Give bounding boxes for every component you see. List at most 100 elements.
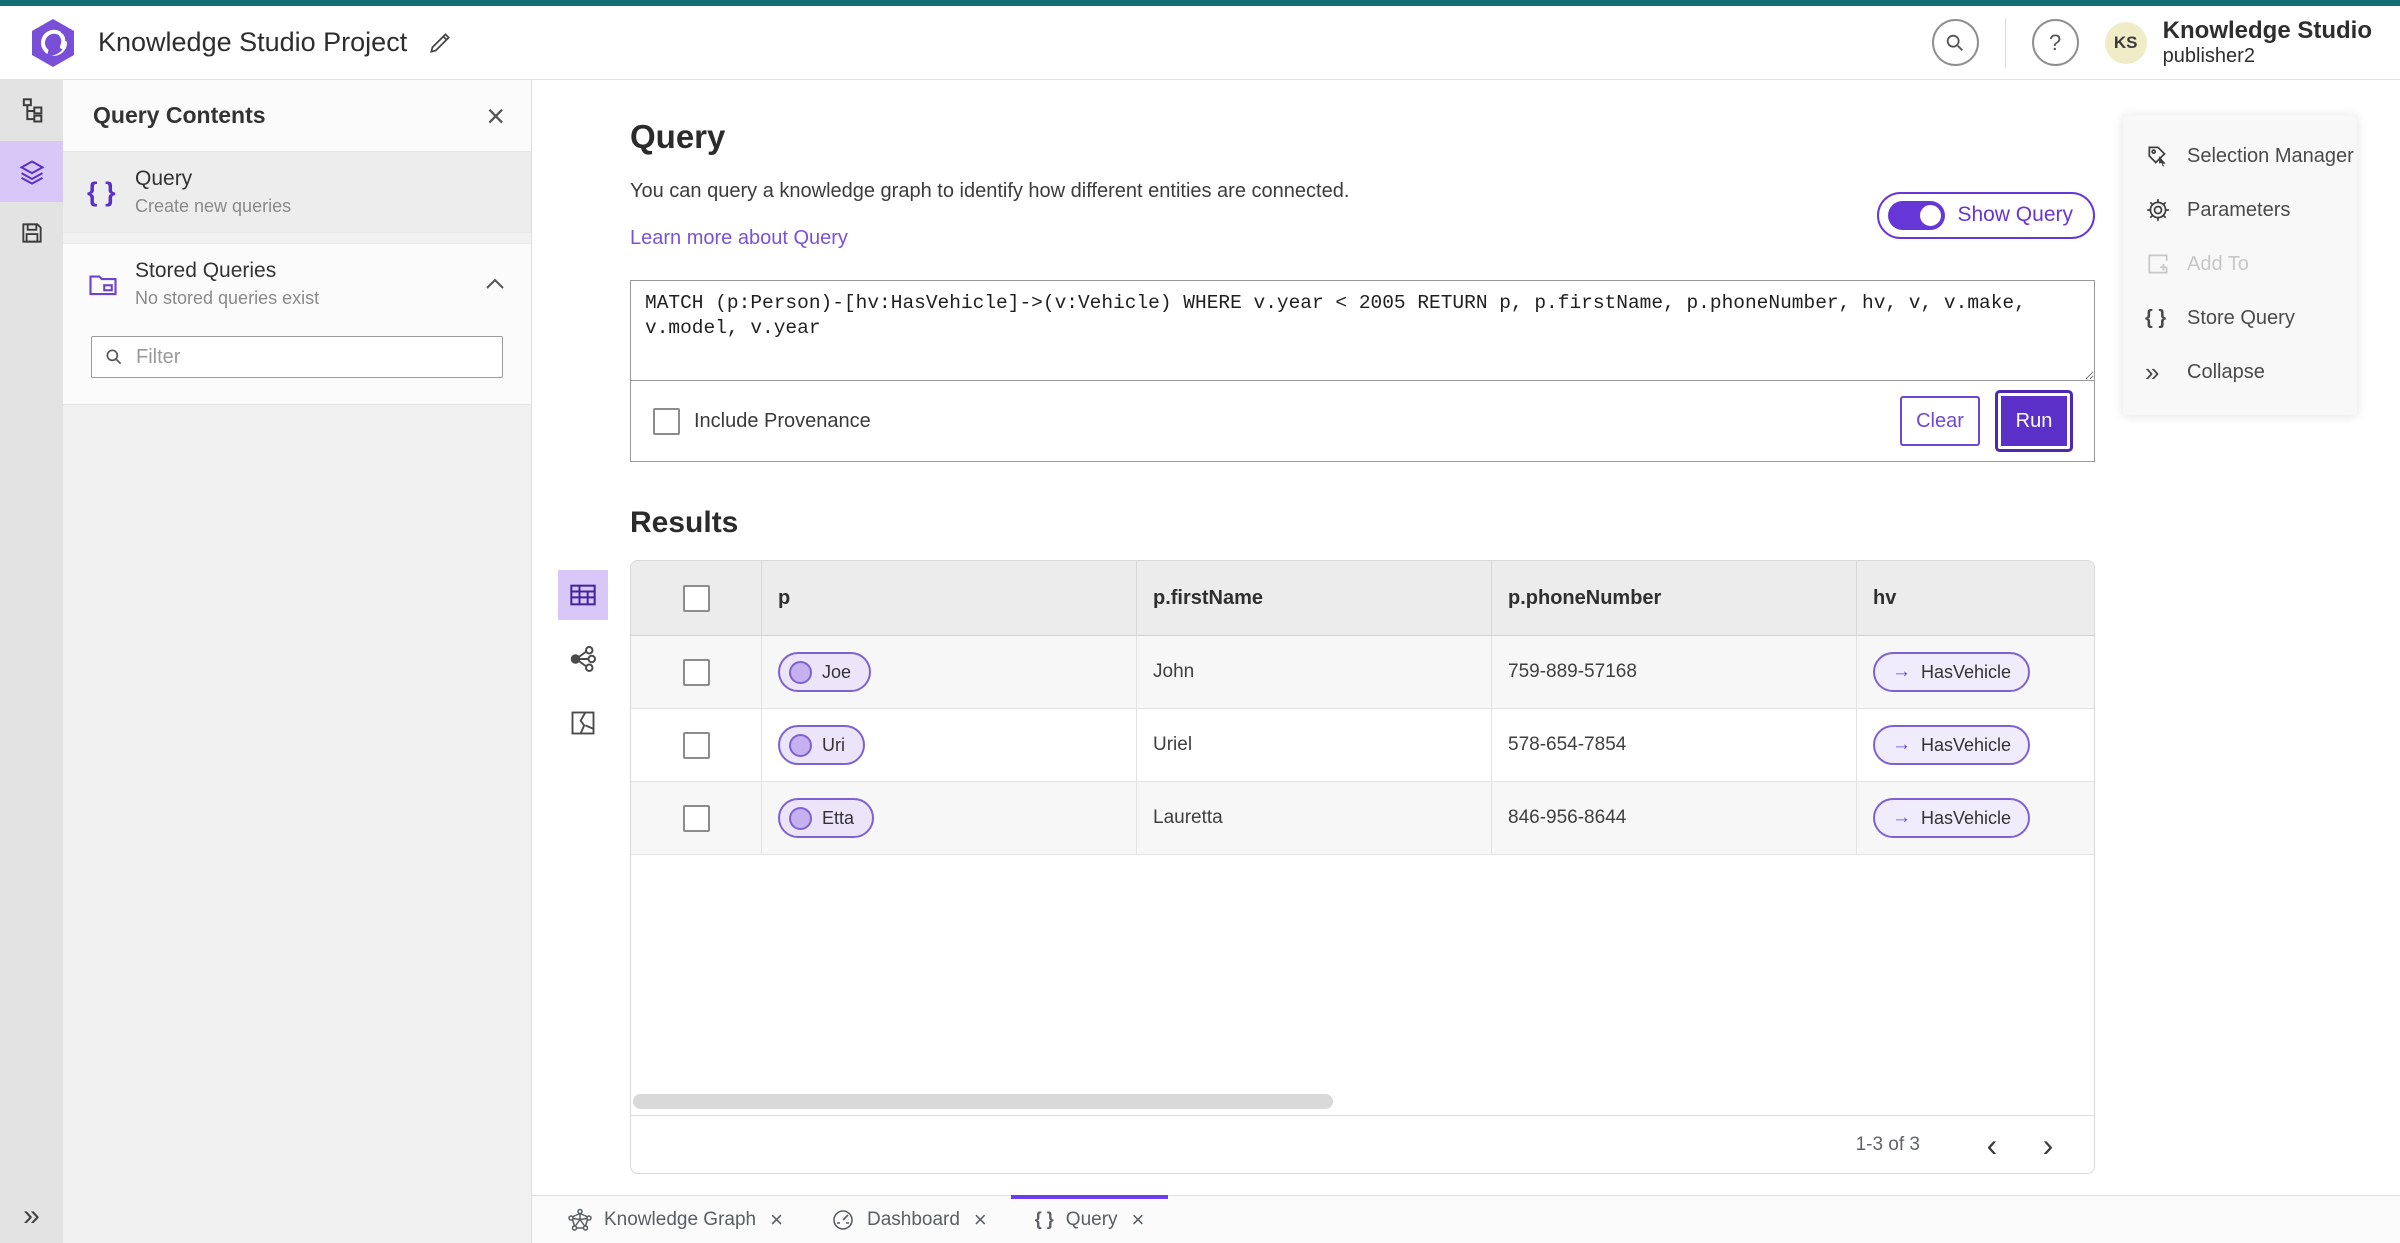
results-view-toolbar: [558, 570, 608, 748]
pagination-bar: 1-3 of 3 ‹ ›: [631, 1115, 2094, 1173]
edit-title-button[interactable]: [427, 30, 453, 56]
braces-icon: { }: [2145, 306, 2167, 329]
panel-item-text: Stored Queries No stored queries exist: [135, 259, 485, 309]
results-table-card: p p.firstName p.phoneNumber hv Joe John …: [630, 560, 2095, 1174]
rail-item-save[interactable]: [0, 202, 63, 263]
cell-hv: → HasVehicle: [1856, 782, 2094, 854]
collapse-item[interactable]: » Collapse: [2123, 345, 2357, 399]
action-label: Add To: [2187, 252, 2249, 275]
main-column: Query You can query a knowledge graph to…: [532, 80, 2400, 1243]
knowledge-graph-icon: [568, 1208, 592, 1232]
results-section: p p.firstName p.phoneNumber hv Joe John …: [558, 560, 2095, 1174]
page-title: Query: [630, 118, 726, 155]
tab-label: Query: [1065, 1208, 1118, 1230]
search-icon: [1944, 32, 1966, 54]
cell-firstname: Lauretta: [1136, 782, 1491, 854]
chevron-up-icon[interactable]: [485, 278, 505, 290]
node-chip[interactable]: Joe: [778, 652, 872, 692]
collapse-chevrons-icon: »: [2145, 356, 2160, 387]
panel-close-button[interactable]: ×: [486, 100, 505, 132]
table-view-button[interactable]: [558, 570, 608, 620]
column-header-firstname[interactable]: p.firstName: [1136, 561, 1491, 635]
map-view-button[interactable]: [558, 698, 608, 748]
table-empty-area: [631, 855, 2094, 1115]
edge-chip[interactable]: → HasVehicle: [1873, 652, 2031, 692]
include-provenance-label: Include Provenance: [694, 409, 871, 432]
edge-label: HasVehicle: [1921, 734, 2012, 755]
header-divider: [2004, 17, 2006, 68]
next-page-button[interactable]: ›: [2026, 1129, 2070, 1161]
selection-manager-icon: [2145, 143, 2187, 169]
help-icon: ?: [2049, 29, 2062, 55]
column-header-hv[interactable]: hv: [1856, 561, 2094, 635]
tab-close-button[interactable]: ×: [768, 1207, 783, 1233]
node-chip[interactable]: Uri: [778, 725, 865, 765]
rail-item-hierarchy[interactable]: [0, 80, 63, 141]
panel-item-subtitle: No stored queries exist: [135, 288, 320, 308]
tab-dashboard[interactable]: Dashboard ×: [807, 1196, 1011, 1243]
row-checkbox-cell: [631, 782, 761, 854]
left-rail: »: [0, 80, 63, 1243]
app-logo-icon: [30, 18, 76, 68]
table-row: Joe John 759-889-57168 → HasVehicle: [631, 636, 2094, 709]
action-label: Parameters: [2187, 198, 2291, 221]
tab-query[interactable]: { } Query ×: [1010, 1195, 1169, 1243]
panel-item-stored-queries[interactable]: Stored Queries No stored queries exist: [63, 244, 531, 324]
include-provenance-checkbox[interactable]: [653, 407, 680, 435]
cell-hv: → HasVehicle: [1856, 709, 2094, 781]
panel-item-title: Query: [135, 167, 193, 190]
horizontal-scrollbar[interactable]: [633, 1094, 1333, 1109]
filter-input[interactable]: [136, 345, 490, 369]
cell-p: Joe: [761, 636, 1136, 708]
select-all-checkbox[interactable]: [682, 584, 710, 612]
main-content: Query You can query a knowledge graph to…: [558, 80, 2095, 1174]
tab-close-button[interactable]: ×: [972, 1207, 987, 1233]
node-label: Etta: [822, 807, 855, 828]
avatar[interactable]: KS: [2104, 21, 2147, 64]
parameters-item[interactable]: Parameters: [2123, 183, 2357, 237]
pencil-icon: [427, 30, 453, 56]
tab-close-button[interactable]: ×: [1130, 1207, 1145, 1233]
row-checkbox[interactable]: [682, 731, 710, 759]
selection-manager-item[interactable]: Selection Manager: [2123, 129, 2357, 183]
table-header-row: p p.firstName p.phoneNumber hv: [631, 561, 2094, 636]
store-query-item[interactable]: { } Store Query: [2123, 291, 2357, 345]
cell-phonenumber: 759-889-57168: [1491, 636, 1856, 708]
run-button[interactable]: Run: [1998, 393, 2070, 449]
node-circle-icon: [789, 733, 812, 757]
query-editor-card: MATCH (p:Person)-[hv:HasVehicle]->(v:Veh…: [630, 280, 2095, 462]
panel-item-query[interactable]: { } Query Create new queries: [63, 152, 531, 232]
edge-label: HasVehicle: [1921, 661, 2012, 682]
rail-expand-button[interactable]: »: [0, 1199, 63, 1233]
node-chip[interactable]: Etta: [778, 798, 875, 838]
graph-view-button[interactable]: [558, 634, 608, 684]
description-block: You can query a knowledge graph to ident…: [630, 180, 1349, 250]
show-query-toggle[interactable]: Show Query: [1877, 191, 2095, 239]
row-checkbox[interactable]: [682, 658, 710, 686]
edge-chip[interactable]: → HasVehicle: [1873, 798, 2031, 838]
main-area: Query You can query a knowledge graph to…: [532, 80, 2400, 1195]
edge-chip[interactable]: → HasVehicle: [1873, 725, 2031, 765]
query-contents-panel: Query Contents × { } Query Create new qu…: [63, 80, 532, 1243]
node-label: Joe: [822, 661, 852, 682]
clear-button[interactable]: Clear: [1900, 396, 1980, 446]
column-header-phonenumber[interactable]: p.phoneNumber: [1491, 561, 1856, 635]
tab-knowledge-graph[interactable]: Knowledge Graph ×: [544, 1196, 807, 1243]
toggle-switch-icon: [1888, 200, 1946, 230]
braces-icon: { }: [87, 176, 116, 207]
learn-more-link[interactable]: Learn more about Query: [630, 227, 848, 250]
query-input[interactable]: MATCH (p:Person)-[hv:HasVehicle]->(v:Veh…: [631, 281, 2094, 381]
row-checkbox[interactable]: [682, 804, 710, 832]
user-role: publisher2: [2162, 44, 2255, 67]
column-header-p[interactable]: p: [761, 561, 1136, 635]
bottom-tab-bar: Knowledge Graph × Dashboard × { } Query …: [532, 1195, 2400, 1243]
search-button[interactable]: [1931, 19, 1979, 66]
prev-page-button[interactable]: ‹: [1970, 1129, 2014, 1161]
cell-phonenumber: 578-654-7854: [1491, 709, 1856, 781]
graph-icon: [568, 644, 598, 674]
filter-search-icon: [104, 347, 124, 367]
user-block: Knowledge Studio publisher2: [2162, 17, 2372, 67]
help-button[interactable]: ?: [2031, 19, 2079, 66]
map-icon: [569, 709, 597, 737]
rail-item-layers[interactable]: [0, 141, 63, 202]
